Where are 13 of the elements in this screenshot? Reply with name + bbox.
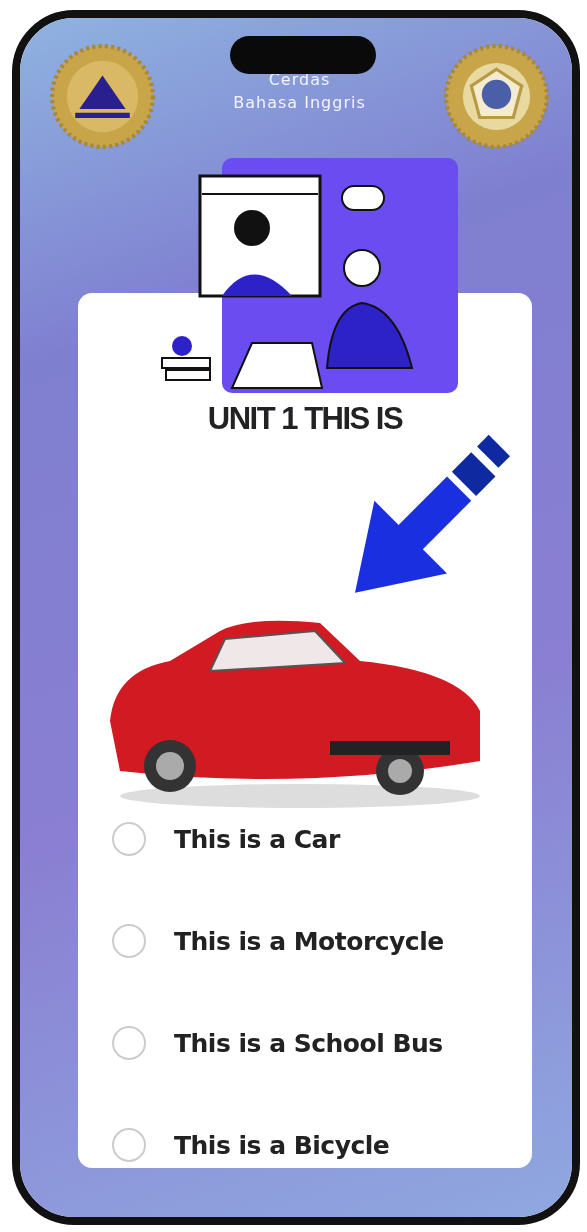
radio-button[interactable]	[112, 822, 146, 856]
option-label: This is a Motorcycle	[174, 926, 444, 956]
option-label: This is a School Bus	[174, 1028, 443, 1058]
emblem-icon	[50, 44, 155, 149]
option-label: This is a Car	[174, 824, 340, 854]
emblem-icon	[444, 44, 549, 149]
app-title: Cerdas	[268, 70, 331, 89]
unit-heading: UNIT 1 THIS IS	[206, 401, 404, 437]
option-label: This is a Bicycle	[174, 1130, 390, 1160]
radio-button[interactable]	[112, 1026, 146, 1060]
radio-button[interactable]	[112, 1128, 146, 1162]
app-title: Bahasa Inggris	[233, 93, 366, 112]
radio-button[interactable]	[112, 924, 146, 958]
